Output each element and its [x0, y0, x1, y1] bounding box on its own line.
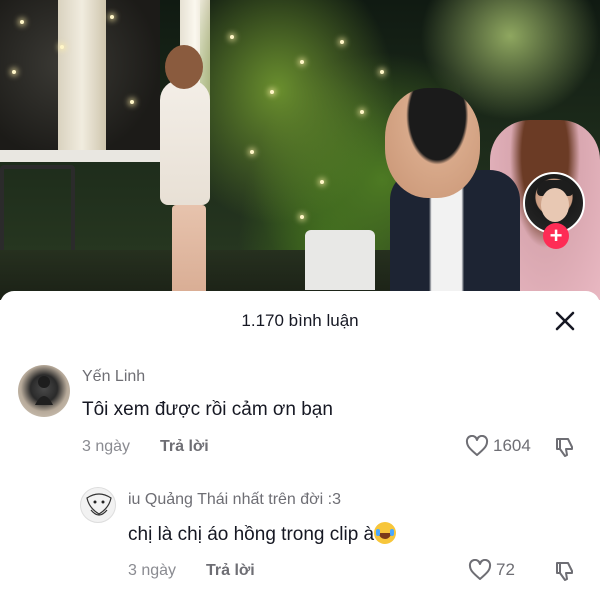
commenter-avatar-image — [35, 376, 53, 405]
video-person-girl-head — [165, 45, 203, 89]
avatar-face — [541, 188, 569, 222]
reply-comment-item: iu Quảng Thái nhất trên đời :3 chị là ch… — [0, 471, 600, 600]
video-window-frame — [0, 150, 165, 162]
comment-text-content: chị là chị áo hồng trong clip à — [128, 524, 375, 545]
video-person-girl — [160, 80, 210, 205]
comment-item: Yến Linh Tôi xem được rồi cảm ơn bạn 3 n… — [0, 291, 600, 471]
video-person-man-head — [385, 88, 480, 198]
follow-plus-icon[interactable]: + — [543, 223, 569, 249]
like-count: 1604 — [493, 436, 531, 455]
comment-text: chị là chị áo hồng trong clip à — [128, 522, 397, 546]
like-button[interactable]: 72 — [468, 559, 515, 581]
commenter-avatar-image — [86, 493, 112, 516]
commenter-avatar[interactable] — [80, 487, 116, 523]
reply-button[interactable]: Trả lời — [206, 562, 255, 580]
comment-username[interactable]: iu Quảng Thái nhất trên đời :3 — [128, 491, 341, 509]
thumbs-down-icon — [556, 438, 573, 457]
dislike-button[interactable] — [553, 559, 577, 588]
comments-sheet: 1.170 bình luận Yến Linh Tôi xem được rồ… — [0, 291, 600, 600]
video-lamp — [305, 230, 375, 290]
thumbs-down-icon — [556, 562, 573, 581]
like-button[interactable]: 1604 — [465, 435, 531, 457]
video-person-girl-legs — [172, 205, 206, 295]
video-player[interactable] — [0, 0, 600, 300]
tears-of-joy-emoji — [374, 522, 397, 544]
reply-button[interactable]: Trả lời — [160, 438, 209, 456]
comment-text: Tôi xem được rồi cảm ơn bạn — [82, 399, 333, 420]
video-curtain — [58, 0, 106, 150]
heart-outline-icon — [465, 435, 489, 456]
commenter-avatar[interactable] — [18, 365, 70, 417]
dislike-button[interactable] — [553, 435, 577, 464]
heart-outline-icon — [468, 559, 492, 580]
comment-time: 3 ngày — [128, 562, 177, 579]
comment-time: 3 ngày — [82, 438, 131, 455]
like-count: 72 — [496, 560, 515, 579]
comment-username[interactable]: Yến Linh — [82, 368, 145, 386]
